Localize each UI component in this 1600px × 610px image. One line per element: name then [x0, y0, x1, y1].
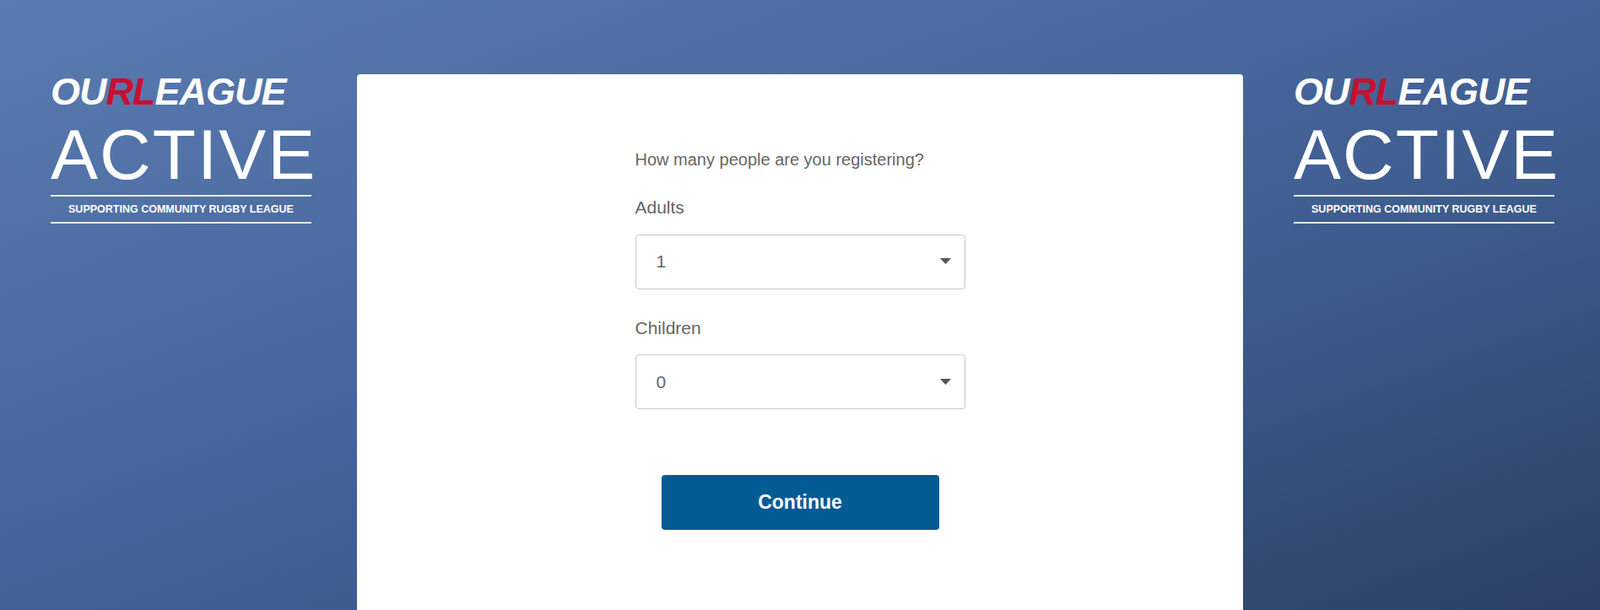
select-value: 0 [656, 368, 667, 396]
count-select[interactable]: 1 [635, 234, 966, 290]
logo-title-part: RL [106, 70, 156, 114]
logo: OURLEAGUEACTIVESUPPORTING COMMUNITY RUGB… [50, 72, 312, 224]
logo-title-part: OU [1293, 70, 1350, 114]
count-field: Adults 1 [635, 194, 966, 290]
logo-subtitle: ACTIVE [1293, 118, 1555, 190]
logo-title-part: EAGUE [155, 70, 287, 114]
count-field: Children 0 [635, 314, 966, 411]
field-label: Children [635, 314, 966, 342]
dropdown-caret-icon[interactable] [940, 258, 952, 265]
logo-title-part: OU [50, 70, 107, 114]
select-value: 1 [656, 248, 667, 276]
background-photo: OURLEAGUEACTIVESUPPORTING COMMUNITY RUGB… [0, 0, 1600, 610]
logo-title-part: EAGUE [1398, 70, 1530, 114]
field-label: Adults [635, 194, 966, 222]
dropdown-caret-icon[interactable] [940, 378, 952, 386]
logo-tagline: SUPPORTING COMMUNITY RUGBY LEAGUE [1293, 194, 1555, 224]
logo-subtitle: ACTIVE [50, 118, 312, 190]
continue-button[interactable]: Continue [661, 475, 940, 530]
logo-title-part: RL [1349, 70, 1399, 114]
logo-title: OURLEAGUE [1293, 72, 1555, 111]
logo-title: OURLEAGUE [50, 72, 312, 111]
logo-tagline: SUPPORTING COMMUNITY RUGBY LEAGUE [50, 194, 312, 224]
question-text: How many people are you registering? [635, 146, 966, 173]
logo: OURLEAGUEACTIVESUPPORTING COMMUNITY RUGB… [1293, 72, 1555, 224]
count-select[interactable]: 0 [635, 354, 966, 410]
registration-card: How many people are you registering? Adul… [356, 74, 1244, 610]
